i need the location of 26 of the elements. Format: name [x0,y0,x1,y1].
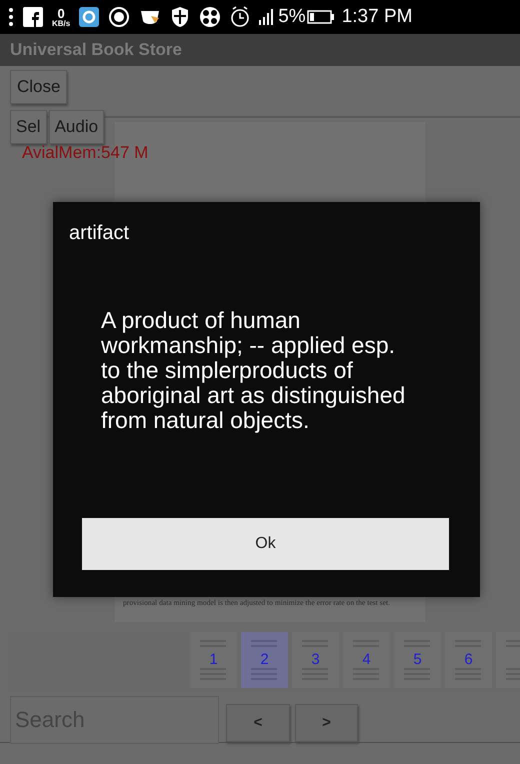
page-number: 4 [362,652,371,668]
page-number: 1 [209,652,218,668]
battery-level: 5% [278,4,306,29]
page-thumbnail[interactable]: 1 [190,632,237,688]
ok-button[interactable]: Ok [82,518,449,570]
page-thumbnail[interactable]: 5 [394,632,441,688]
network-unit: KB/s [52,20,70,28]
clock-time: 1:37 PM [342,4,412,29]
definition-text: A product of human workmanship; -- applied esp. to the simplerproducts of aboriginal art as distinguished from natural objects. [101,308,406,433]
page-thumbnail[interactable]: 4 [343,632,390,688]
toolbar-button[interactable]: Audio [48,110,104,144]
memory-label: AvialMem:547 M [22,144,148,162]
network-speed: 0 [58,6,65,20]
page-thumbnail[interactable]: 6 [445,632,492,688]
app-title: Universal Book Store [10,39,182,62]
previous-button[interactable]: < [226,704,290,742]
page-thumbnail[interactable]: 3 [292,632,339,688]
next-button[interactable]: > [295,704,358,742]
page-number: 5 [413,652,422,668]
page-number: 3 [311,652,320,668]
close-button[interactable]: Close [10,70,68,104]
page-number: 6 [464,652,473,668]
dialog-title: artifact [69,221,130,246]
page-thumbnail[interactable]: 2 [241,632,288,688]
toolbar-button[interactable]: Sel [10,110,47,144]
page-number: 2 [260,652,269,668]
